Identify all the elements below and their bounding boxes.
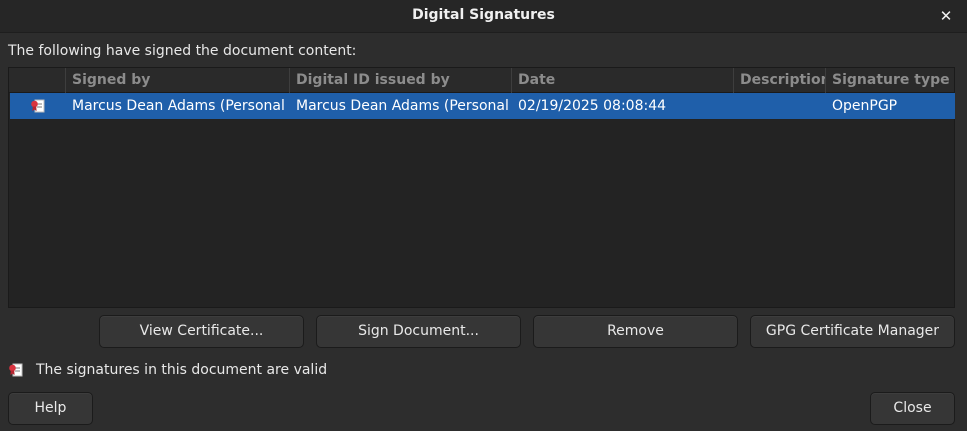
cell-signature-type: OpenPGP <box>832 98 898 114</box>
cell-issued-by: Marcus Dean Adams (Personal er <box>296 98 512 114</box>
column-header-signature-type[interactable]: Signature type <box>826 68 954 93</box>
signature-status-label: The signatures in this document are vali… <box>36 362 328 378</box>
close-button[interactable]: Close <box>870 392 955 425</box>
close-icon[interactable]: ✕ <box>935 5 957 27</box>
cell-signed-by: Marcus Dean Adams (Personal en <box>72 98 290 114</box>
intro-label: The following have signed the document c… <box>8 43 357 59</box>
column-header-icon[interactable] <box>9 68 66 93</box>
column-header-signed-by[interactable]: Signed by <box>66 68 290 93</box>
view-certificate-button[interactable]: View Certificate... <box>99 315 304 348</box>
table-row[interactable]: Marcus Dean Adams (Personal en Marcus De… <box>10 93 955 119</box>
help-button[interactable]: Help <box>8 392 93 425</box>
valid-signature-icon <box>8 362 24 378</box>
remove-button[interactable]: Remove <box>533 315 738 348</box>
column-header-issued-by[interactable]: Digital ID issued by <box>290 68 512 93</box>
column-header-description[interactable]: Description <box>734 68 826 93</box>
column-header-date[interactable]: Date <box>512 68 734 93</box>
cell-description <box>734 93 826 119</box>
title-bar: Digital Signatures ✕ <box>0 0 967 33</box>
digital-signatures-dialog: Digital Signatures ✕ The following have … <box>0 0 967 431</box>
gpg-certificate-manager-button[interactable]: GPG Certificate Manager <box>750 315 955 348</box>
sign-document-button[interactable]: Sign Document... <box>316 315 521 348</box>
signature-icon <box>30 93 50 119</box>
cell-date: 02/19/2025 08:08:44 <box>518 98 667 114</box>
signatures-table: Signed by Digital ID issued by Date Desc… <box>8 67 955 308</box>
dialog-title: Digital Signatures <box>412 7 555 23</box>
table-header: Signed by Digital ID issued by Date Desc… <box>9 68 954 93</box>
